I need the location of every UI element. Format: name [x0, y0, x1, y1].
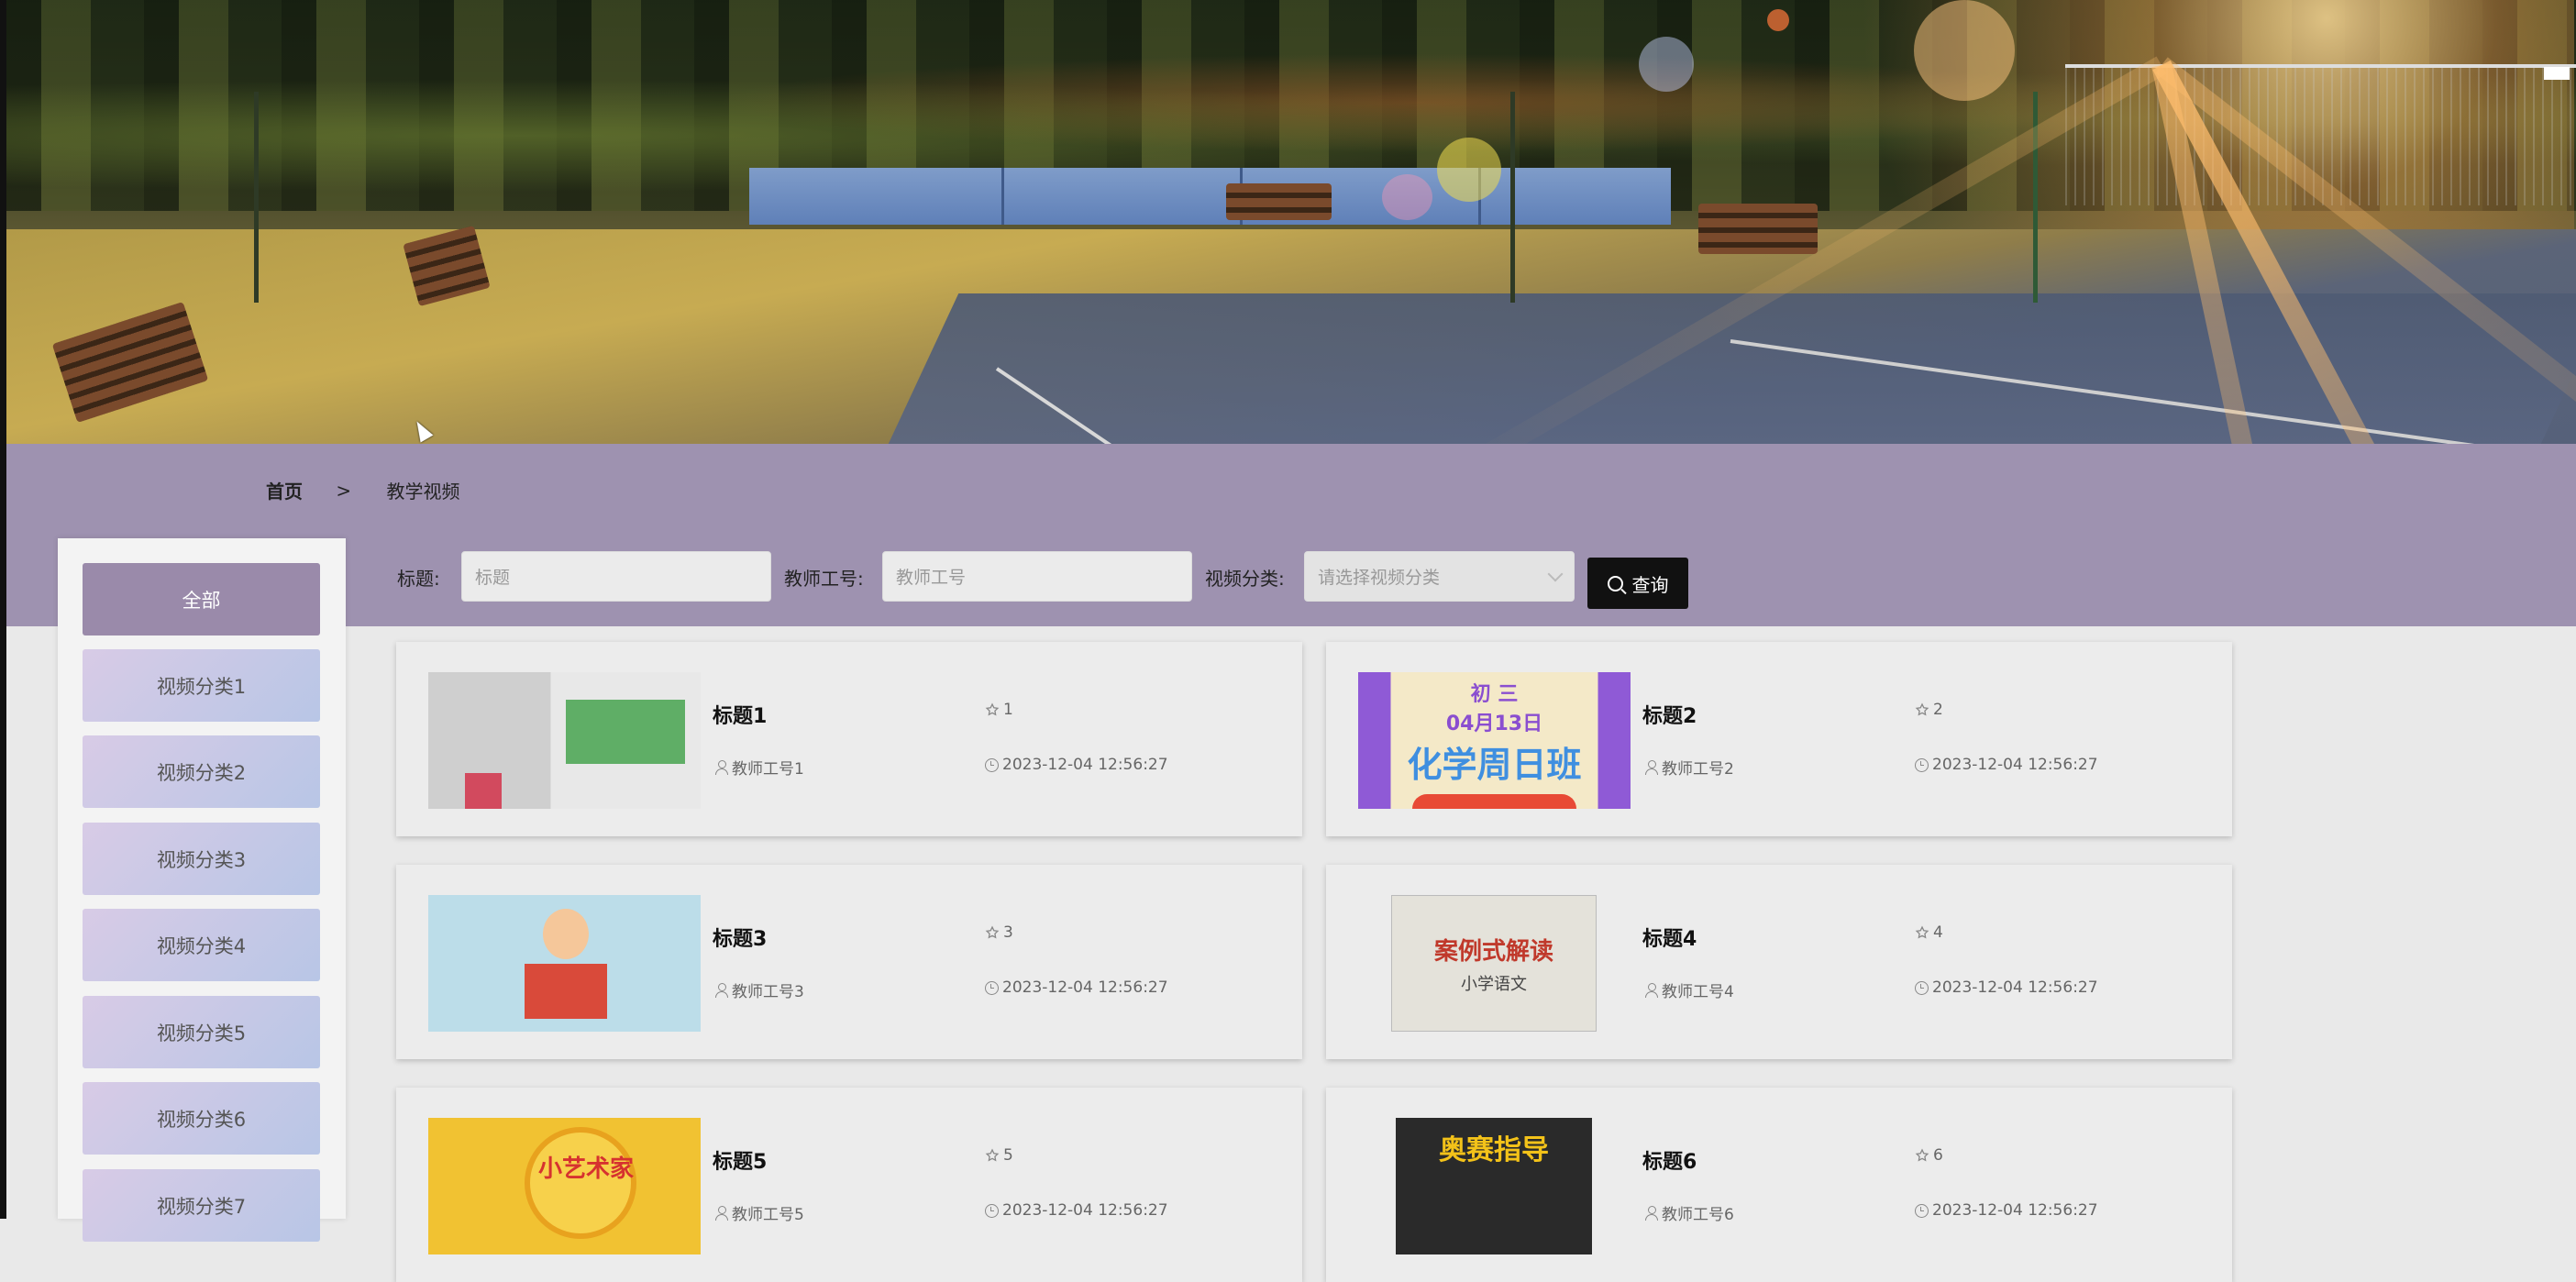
user-icon	[1645, 1205, 1658, 1221]
thumb-text: 奥赛指导	[1439, 1134, 1549, 1166]
video-thumbnail[interactable]: 案例式解读 小学语文	[1391, 895, 1597, 1032]
teacher-id: 教师工号3	[732, 983, 804, 1001]
sidebar-item-all[interactable]: 全部	[83, 563, 320, 635]
header-strip	[6, 444, 2576, 626]
teacher-id: 教师工号6	[1662, 1206, 1734, 1224]
clock-icon	[985, 1203, 999, 1218]
video-title[interactable]: 标题2	[1642, 700, 1697, 729]
search-button-label: 查询	[1631, 573, 1669, 596]
category-select-placeholder: 请选择视频分类	[1318, 568, 1441, 588]
sidebar-item-category-3[interactable]: 视频分类3	[83, 823, 320, 895]
banner-image	[6, 0, 2576, 444]
teacher-id: 教师工号2	[1662, 760, 1734, 779]
thumb-text: 案例式解读	[1433, 938, 1553, 966]
teacher-id: 教师工号5	[732, 1206, 804, 1224]
sidebar-item-category-7[interactable]: 视频分类7	[83, 1169, 320, 1242]
clock-icon	[985, 757, 999, 772]
favorite-count: 1	[1003, 701, 1013, 719]
thumb-text: 初 三	[1470, 683, 1519, 706]
clock-icon	[1915, 980, 1929, 995]
publish-time: 2023-12-04 12:56:27	[1002, 756, 1168, 774]
favorite-count: 3	[1003, 923, 1013, 942]
breadcrumb-home[interactable]: 首页	[266, 477, 303, 503]
publish-time: 2023-12-04 12:56:27	[1002, 978, 1168, 997]
favorite-count: 5	[1003, 1146, 1013, 1165]
star-icon	[985, 1148, 1000, 1162]
user-icon	[1645, 759, 1658, 775]
video-title[interactable]: 标题5	[713, 1145, 767, 1175]
category-label: 视频分类:	[1205, 568, 1285, 590]
sidebar-item-category-4[interactable]: 视频分类4	[83, 909, 320, 981]
star-icon	[985, 925, 1000, 939]
star-icon	[1915, 702, 1929, 716]
thumb-text: 04月13日	[1445, 713, 1543, 735]
user-icon	[1645, 982, 1658, 998]
publish-time: 2023-12-04 12:56:27	[1932, 978, 2098, 997]
publish-time: 2023-12-04 12:56:27	[1932, 1201, 2098, 1220]
breadcrumb: 首页 > 教学视频	[266, 477, 459, 503]
sidebar-item-category-5[interactable]: 视频分类5	[83, 996, 320, 1068]
thumb-text: 小艺术家	[538, 1155, 635, 1183]
search-icon	[1607, 575, 1623, 591]
video-thumbnail[interactable]: 奥赛指导	[1396, 1118, 1592, 1254]
category-sidebar: 全部 视频分类1 视频分类2 视频分类3 视频分类4 视频分类5 视频分类6 视…	[58, 538, 346, 1242]
star-icon	[1915, 1148, 1929, 1162]
favorite-count: 2	[1933, 701, 1943, 719]
search-button[interactable]: 查询	[1587, 558, 1688, 609]
video-thumbnail[interactable]: 小艺术家	[428, 1118, 701, 1254]
clock-icon	[1915, 1203, 1929, 1218]
category-select[interactable]: 请选择视频分类	[1304, 551, 1575, 602]
title-input[interactable]: 标题	[461, 551, 771, 602]
video-card[interactable]: 奥赛指导 标题6 6 教师工号6 2023-12-04 12:56:27	[1326, 1088, 2232, 1282]
video-thumbnail[interactable]	[428, 672, 701, 809]
sidebar-item-category-2[interactable]: 视频分类2	[83, 735, 320, 808]
sidebar-item-category-6[interactable]: 视频分类6	[83, 1082, 320, 1155]
teacher-id: 教师工号1	[732, 760, 804, 779]
user-icon	[715, 1205, 728, 1221]
star-icon	[985, 702, 1000, 716]
teacher-id: 教师工号4	[1662, 983, 1734, 1001]
breadcrumb-separator: >	[336, 479, 352, 502]
title-label: 标题:	[397, 568, 440, 590]
corner-widget[interactable]	[2544, 67, 2570, 80]
video-title[interactable]: 标题1	[713, 700, 767, 729]
breadcrumb-current: 教学视频	[386, 481, 460, 503]
video-thumbnail[interactable]	[428, 895, 701, 1032]
window-edge	[0, 0, 6, 1219]
video-card[interactable]: 案例式解读 小学语文 标题4 4 教师工号4 2023-12-04 12:56:…	[1326, 865, 2232, 1059]
thumb-text: 化学周日班	[1407, 745, 1582, 785]
video-card[interactable]: 初 三 04月13日 化学周日班 标题2 2 教师工号2 2023-12-04 …	[1326, 642, 2232, 836]
video-card[interactable]: 标题3 3 教师工号3 2023-12-04 12:56:27	[396, 865, 1302, 1059]
sidebar-item-category-1[interactable]: 视频分类1	[83, 649, 320, 722]
teacher-id-input[interactable]: 教师工号	[882, 551, 1192, 602]
publish-time: 2023-12-04 12:56:27	[1002, 1201, 1168, 1220]
video-thumbnail[interactable]: 初 三 04月13日 化学周日班	[1358, 672, 1631, 809]
clock-icon	[985, 980, 999, 995]
favorite-count: 4	[1933, 923, 1943, 942]
favorite-count: 6	[1933, 1146, 1943, 1165]
chevron-down-icon	[1547, 566, 1564, 582]
video-title[interactable]: 标题6	[1642, 1145, 1697, 1175]
star-icon	[1915, 925, 1929, 939]
video-card[interactable]: 标题1 1 教师工号1 2023-12-04 12:56:27	[396, 642, 1302, 836]
video-title[interactable]: 标题4	[1642, 923, 1697, 952]
video-card[interactable]: 小艺术家 标题5 5 教师工号5 2023-12-04 12:56:27	[396, 1088, 1302, 1282]
teacher-id-label: 教师工号:	[784, 568, 864, 590]
user-icon	[715, 759, 728, 775]
video-title[interactable]: 标题3	[713, 923, 767, 952]
user-icon	[715, 982, 728, 998]
thumb-text: 小学语文	[1461, 975, 1527, 994]
clock-icon	[1915, 757, 1929, 772]
publish-time: 2023-12-04 12:56:27	[1932, 756, 2098, 774]
